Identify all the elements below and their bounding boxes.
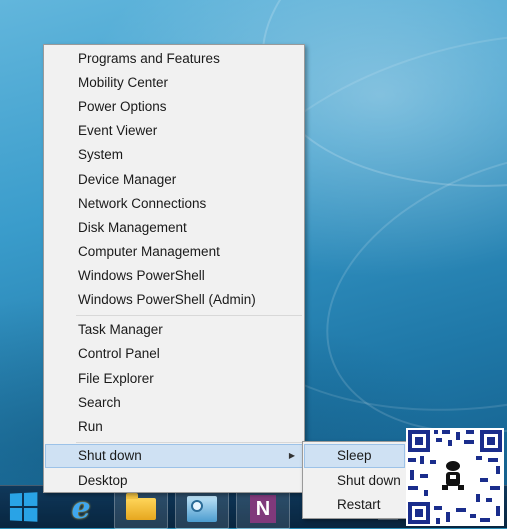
- submenu-item-shut-down[interactable]: Shut down: [304, 469, 405, 493]
- menu-item-computer-management[interactable]: Computer Management: [45, 240, 303, 264]
- menu-item-shut-down-label: Shut down: [78, 448, 142, 463]
- submenu-item-sleep[interactable]: Sleep: [304, 444, 405, 468]
- taskbar-internet-explorer[interactable]: e: [55, 489, 107, 527]
- menu-item-windows-powershell[interactable]: Windows PowerShell: [45, 264, 303, 288]
- onenote-letter: N: [255, 497, 271, 520]
- menu-item-event-viewer[interactable]: Event Viewer: [45, 119, 303, 143]
- menu-item-file-explorer[interactable]: File Explorer: [45, 367, 303, 391]
- menu-item-device-manager[interactable]: Device Manager: [45, 168, 303, 192]
- menu-item-run[interactable]: Run: [45, 415, 303, 439]
- shut-down-submenu: Sleep Shut down Restart: [302, 441, 407, 519]
- menu-separator: [76, 442, 302, 443]
- menu-item-desktop[interactable]: Desktop: [45, 469, 303, 493]
- submenu-arrow-icon: ▶: [288, 451, 295, 460]
- menu-item-shut-down[interactable]: Shut down ▶: [45, 444, 303, 468]
- folder-icon: [126, 493, 156, 520]
- menu-item-network-connections[interactable]: Network Connections: [45, 192, 303, 216]
- onenote-icon: N: [250, 495, 276, 523]
- menu-item-search[interactable]: Search: [45, 391, 303, 415]
- qr-code-watermark: [406, 428, 504, 526]
- menu-separator: [76, 315, 302, 316]
- windows-logo-icon: [9, 492, 38, 522]
- menu-item-mobility-center[interactable]: Mobility Center: [45, 71, 303, 95]
- power-user-menu: Programs and Features Mobility Center Po…: [43, 44, 305, 493]
- menu-item-task-manager[interactable]: Task Manager: [45, 318, 303, 342]
- qr-code-icon: [406, 428, 504, 526]
- menu-item-control-panel[interactable]: Control Panel: [45, 342, 303, 366]
- menu-item-windows-powershell-admin[interactable]: Windows PowerShell (Admin): [45, 288, 303, 312]
- internet-explorer-icon: e: [71, 490, 91, 526]
- menu-item-disk-management[interactable]: Disk Management: [45, 216, 303, 240]
- menu-item-programs-and-features[interactable]: Programs and Features: [45, 47, 303, 71]
- taskbar-control-panel[interactable]: [175, 489, 229, 529]
- taskbar-onenote[interactable]: N: [236, 489, 290, 529]
- submenu-item-restart[interactable]: Restart: [304, 493, 405, 517]
- menu-item-system[interactable]: System: [45, 143, 303, 167]
- menu-item-power-options[interactable]: Power Options: [45, 95, 303, 119]
- taskbar-file-explorer[interactable]: [114, 489, 168, 529]
- start-button[interactable]: [0, 486, 46, 528]
- control-panel-icon: [187, 496, 217, 522]
